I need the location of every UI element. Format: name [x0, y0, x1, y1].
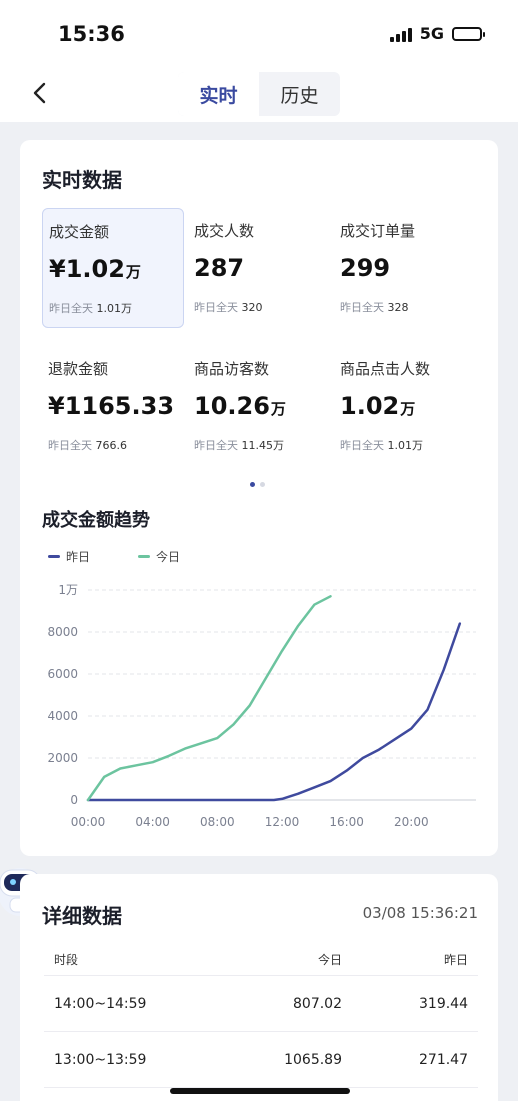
home-indicator [170, 1088, 350, 1094]
metric-value: 287 [194, 254, 245, 282]
legend-swatch [138, 555, 151, 558]
y-tick-label: 8000 [47, 625, 78, 639]
cell-period: 14:00~14:59 [54, 995, 147, 1012]
series-line-today [86, 595, 332, 802]
realtime-card: 实时数据 成交金额 ¥1.02万 昨日全天 1.01万 成交人数 287 昨日全… [20, 140, 498, 856]
header-yesterday: 昨日 [443, 953, 468, 967]
metric-value: 10.26万 [194, 392, 286, 420]
y-tick-label: 2000 [47, 751, 78, 765]
metric-gmv[interactable]: 成交金额 ¥1.02万 昨日全天 1.01万 [42, 208, 184, 328]
metric-yesterday: 昨日全天 1.01万 [340, 439, 423, 452]
trend-title: 成交金额趋势 [42, 510, 150, 531]
legend-item-yesterday: 昨日 [48, 548, 90, 565]
x-tick-label: 04:00 [135, 815, 170, 829]
metric-label: 成交订单量 [340, 222, 416, 240]
metric-refund[interactable]: 退款金额 ¥1165.33 昨日全天 766.6 [42, 346, 184, 466]
metric-yesterday: 昨日全天 1.01万 [49, 302, 132, 315]
metric-label: 成交人数 [194, 222, 255, 240]
detail-table: 时段 今日 昨日 14:00~14:59 807.02 319.44 13:00… [44, 944, 478, 1088]
metric-yesterday: 昨日全天 11.45万 [194, 439, 284, 452]
y-tick-label: 4000 [47, 709, 78, 723]
table-header: 时段 今日 昨日 [44, 944, 478, 976]
tab-history[interactable]: 历史 [259, 72, 340, 116]
y-tick-label: 0 [70, 793, 78, 807]
cell-period: 13:00~13:59 [54, 1051, 147, 1068]
trend-chart: 0 2000 4000 6000 8000 1万 00:00 04:00 08:00 12:00 1… [47, 583, 476, 829]
metric-yesterday: 昨日全天 320 [194, 301, 263, 314]
metric-value: ¥1165.33 [48, 392, 175, 420]
status-time: 15:36 [58, 22, 125, 46]
cell-today: 807.02 [293, 995, 342, 1012]
metric-buyers[interactable]: 成交人数 287 昨日全天 320 [188, 208, 330, 328]
page-dot[interactable] [260, 482, 265, 487]
tab-realtime[interactable]: 实时 [178, 72, 259, 116]
metric-value: 299 [340, 254, 391, 282]
header-today: 今日 [317, 953, 342, 967]
legend-item-today: 今日 [138, 548, 180, 565]
metric-yesterday: 昨日全天 766.6 [48, 439, 127, 452]
metric-label: 退款金额 [48, 360, 109, 378]
y-tick-label: 6000 [47, 667, 78, 681]
status-indicators: 5G [389, 24, 485, 43]
network-label: 5G [419, 24, 444, 43]
table-row: 13:00~13:59 1065.89 271.47 [44, 1032, 478, 1088]
metric-clickers[interactable]: 商品点击人数 1.02万 昨日全天 1.01万 [334, 346, 476, 466]
y-tick-label: 1万 [58, 583, 78, 597]
metric-orders[interactable]: 成交订单量 299 昨日全天 328 [334, 208, 476, 328]
cell-yesterday: 319.44 [419, 995, 468, 1012]
detail-title: 详细数据 [42, 904, 122, 928]
x-tick-label: 08:00 [200, 815, 235, 829]
realtime-title: 实时数据 [42, 168, 122, 192]
x-tick-label: 16:00 [329, 815, 364, 829]
nav-bar: 实时 历史 [0, 66, 518, 122]
status-bar: 15:36 5G [0, 0, 518, 66]
detail-timestamp: 03/08 15:36:21 [362, 904, 478, 922]
tab-switcher: 实时 历史 [178, 72, 340, 116]
cell-yesterday: 271.47 [419, 1051, 468, 1068]
legend-swatch [48, 555, 60, 558]
chart-legend: 昨日 今日 [48, 548, 180, 565]
battery-icon [452, 26, 485, 41]
header-period: 时段 [54, 953, 79, 967]
metric-label: 商品点击人数 [340, 360, 431, 378]
signal-icon [389, 26, 412, 42]
metric-yesterday: 昨日全天 328 [340, 301, 409, 314]
page-indicator [250, 482, 265, 487]
metric-value: ¥1.02万 [49, 255, 141, 283]
metric-visitors[interactable]: 商品访客数 10.26万 昨日全天 11.45万 [188, 346, 330, 466]
chevron-left-icon[interactable] [24, 78, 54, 108]
page-dot[interactable] [250, 482, 255, 487]
metric-value: 1.02万 [340, 392, 416, 420]
metric-label: 商品访客数 [194, 360, 270, 378]
table-row: 14:00~14:59 807.02 319.44 [44, 976, 478, 1032]
series-line-yesterday [86, 622, 462, 802]
detail-card: 详细数据 03/08 15:36:21 时段 今日 昨日 14:00~14:59… [20, 874, 498, 1101]
cell-today: 1065.89 [284, 1051, 342, 1068]
x-tick-label: 20:00 [394, 815, 429, 829]
x-tick-label: 12:00 [265, 815, 300, 829]
x-tick-label: 00:00 [71, 815, 106, 829]
metric-label: 成交金额 [49, 223, 110, 241]
